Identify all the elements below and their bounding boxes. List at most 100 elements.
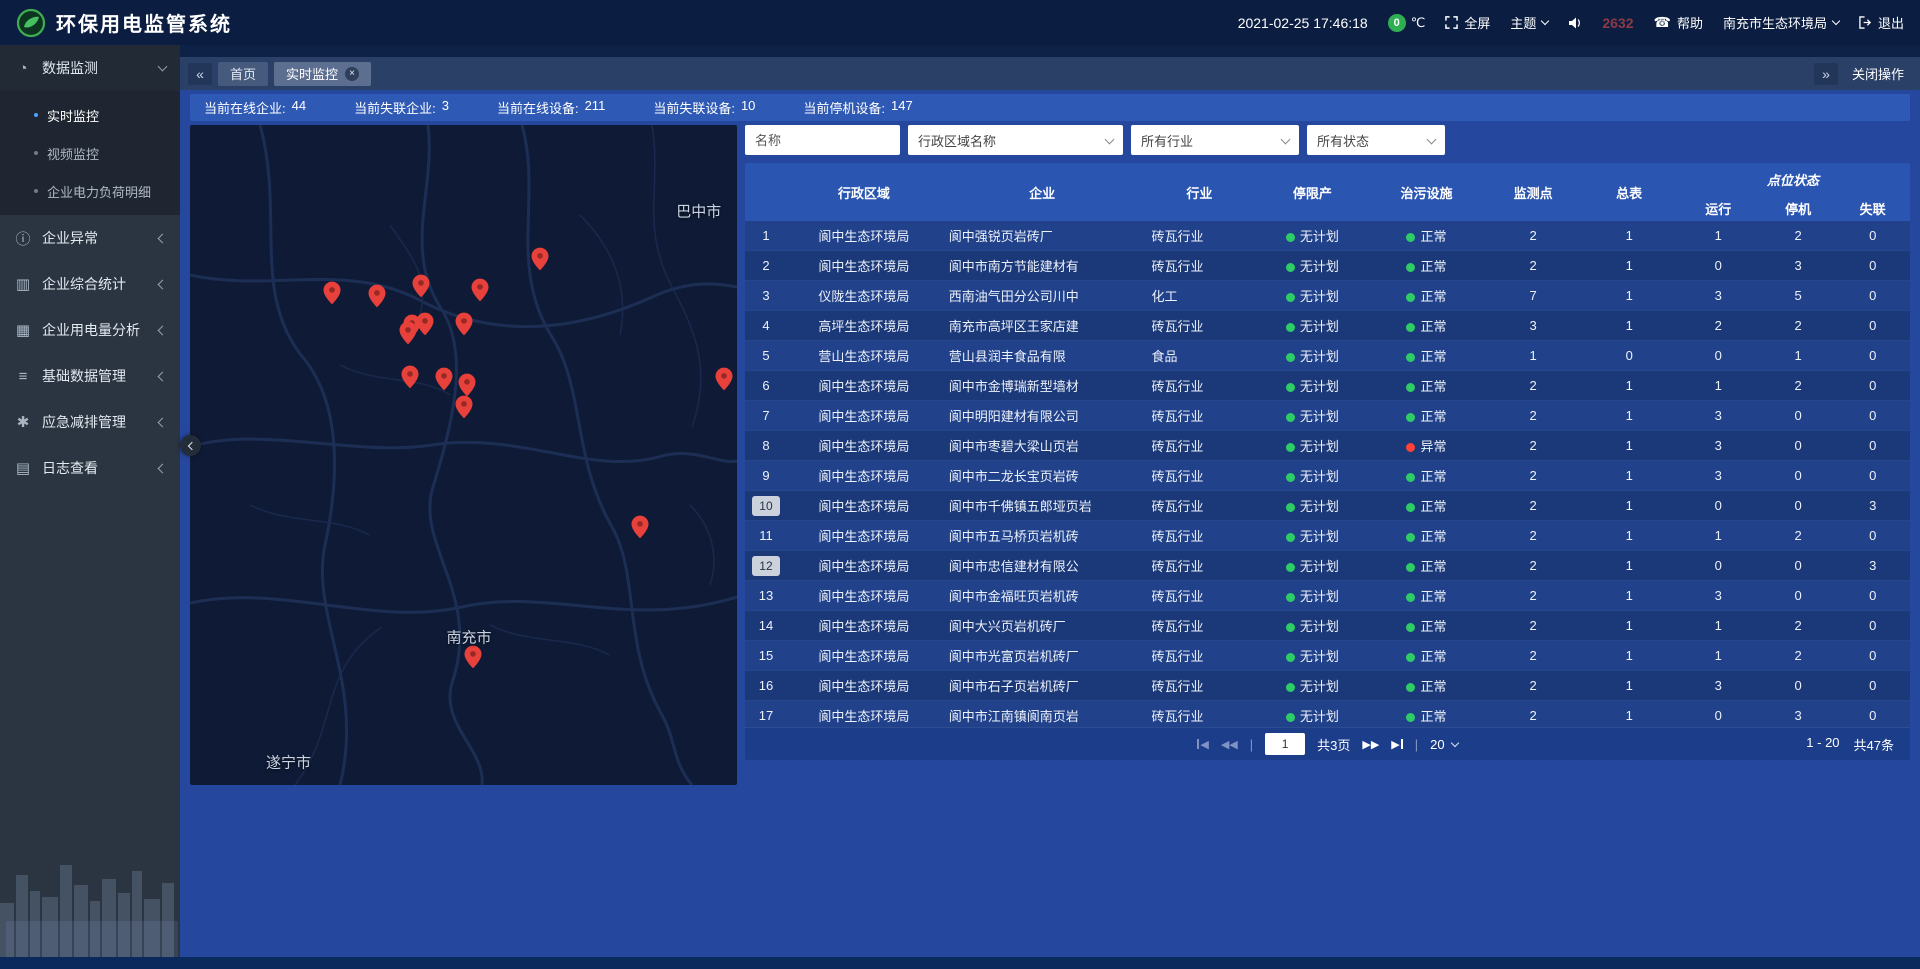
table-row[interactable]: 15阆中生态环境局阆中市光富页岩机砖厂砖瓦行业无计划正常21120: [745, 641, 1910, 671]
sidebar-group-3[interactable]: ▦企业用电量分析: [0, 307, 180, 353]
chevron-down-icon: [1105, 134, 1115, 144]
region-cell: 阆中生态环境局: [787, 431, 941, 461]
table-row[interactable]: 16阆中生态环境局阆中市石子页岩机砖厂砖瓦行业无计划正常21300: [745, 671, 1910, 701]
meter-count-cell: 1: [1583, 521, 1676, 551]
sidebar-group-0[interactable]: ◔数据监测: [0, 45, 180, 91]
sidebar-group-6[interactable]: ▤日志查看: [0, 445, 180, 491]
region-cell: 阆中生态环境局: [787, 701, 941, 728]
stat-value: 211: [585, 98, 606, 117]
last-page-button[interactable]: ▶: [1391, 738, 1402, 751]
limit-cell: 无计划: [1255, 461, 1369, 491]
map-pin-icon[interactable]: [369, 284, 386, 307]
map-pin-icon[interactable]: [464, 645, 481, 668]
sidebar-item-0-2[interactable]: 企业电力负荷明细: [0, 172, 180, 210]
monitor-count-cell: 2: [1484, 461, 1583, 491]
industry-cell: 砖瓦行业: [1143, 701, 1255, 728]
table-row[interactable]: 10阆中生态环境局阆中市千佛镇五郎垭页岩砖瓦行业无计划正常21003: [745, 491, 1910, 521]
sound-button[interactable]: [1568, 17, 1582, 29]
enterprise-panel: 行政区域名称 所有行业 所有状态: [745, 125, 1910, 957]
sidebar-group-1[interactable]: ⓘ 企业异常: [0, 215, 180, 261]
sidebar-group-5[interactable]: ✱应急减排管理: [0, 399, 180, 445]
close-operations-button[interactable]: 关闭操作: [1852, 64, 1904, 83]
bullet-icon: [34, 189, 38, 193]
fullscreen-button[interactable]: 全屏: [1445, 13, 1490, 32]
industry-filter-select[interactable]: 所有行业: [1131, 125, 1299, 155]
tabs-scroll-left-button[interactable]: «: [188, 63, 212, 85]
status-dot-icon: [1406, 593, 1415, 602]
table-row[interactable]: 7阆中生态环境局阆中明阳建材有限公司砖瓦行业无计划正常21300: [745, 401, 1910, 431]
first-page-button[interactable]: ◀: [1197, 738, 1208, 751]
theme-button[interactable]: 主题: [1510, 13, 1548, 32]
map-pin-icon[interactable]: [412, 274, 429, 297]
tab-0[interactable]: 首页: [218, 62, 268, 86]
logout-button[interactable]: 退出: [1859, 13, 1904, 32]
table-row[interactable]: 4高坪生态环境局南充市高坪区王家店建砖瓦行业无计划正常31220: [745, 311, 1910, 341]
status-filter-select[interactable]: 所有状态: [1307, 125, 1445, 155]
table-row[interactable]: 17阆中生态环境局阆中市江南镇阆南页岩砖瓦行业无计划正常21030: [745, 701, 1910, 728]
map-pin-icon[interactable]: [532, 247, 549, 270]
map-pin-icon[interactable]: [435, 367, 452, 390]
table-row[interactable]: 13阆中生态环境局阆中市金福旺页岩机砖砖瓦行业无计划正常21300: [745, 581, 1910, 611]
map-pin-icon[interactable]: [458, 373, 475, 396]
table-row[interactable]: 6阆中生态环境局阆中市金博瑞新型墙材砖瓦行业无计划正常21120: [745, 371, 1910, 401]
map-pin-icon[interactable]: [401, 365, 418, 388]
table-row[interactable]: 2阆中生态环境局阆中市南方节能建材有砖瓦行业无计划正常21030: [745, 251, 1910, 281]
region-cell: 阆中生态环境局: [787, 521, 941, 551]
sidebar-group-4[interactable]: ≡基础数据管理: [0, 353, 180, 399]
table-row[interactable]: 12阆中生态环境局阆中市忠信建材有限公砖瓦行业无计划正常21003: [745, 551, 1910, 581]
help-button[interactable]: ☎帮助: [1654, 13, 1703, 32]
status-dot-icon: [1406, 233, 1415, 242]
limit-text: 无计划: [1300, 649, 1339, 664]
region-cell: 阆中生态环境局: [787, 251, 941, 281]
tabs-scroll-right-button[interactable]: »: [1814, 63, 1838, 85]
run-count-cell: 0: [1676, 491, 1761, 521]
map-pin-icon[interactable]: [324, 281, 341, 304]
name-filter-input[interactable]: [745, 125, 900, 155]
sidebar-item-0-0[interactable]: 实时监控: [0, 96, 180, 134]
table-row[interactable]: 3仪陇生态环境局西南油气田分公司川中化工无计划正常71350: [745, 281, 1910, 311]
facility-text: 正常: [1420, 709, 1446, 724]
map-pin-icon[interactable]: [471, 278, 488, 301]
stats-icon: ▥: [14, 275, 32, 293]
status-dot-icon: [1286, 503, 1295, 512]
tab-1[interactable]: 实时监控×: [274, 62, 371, 86]
monitor-count-cell: 2: [1484, 611, 1583, 641]
map-pin-icon[interactable]: [417, 312, 434, 335]
table-row[interactable]: 5营山生态环境局营山县润丰食品有限食品无计划正常10010: [745, 341, 1910, 371]
map-pin-icon[interactable]: [456, 312, 473, 335]
prev-page-button[interactable]: ◀◀: [1221, 738, 1238, 751]
map-pin-icon[interactable]: [715, 367, 732, 390]
alert-icon: ⓘ: [14, 228, 32, 249]
limit-cell: 无计划: [1255, 521, 1369, 551]
sidebar-item-0-1[interactable]: 视频监控: [0, 134, 180, 172]
col-stop: 停机: [1761, 195, 1836, 221]
map-pin-icon[interactable]: [456, 395, 473, 418]
table-row[interactable]: 9阆中生态环境局阆中市二龙长宝页岩砖砖瓦行业无计划正常21300: [745, 461, 1910, 491]
status-dot-icon: [1406, 353, 1415, 362]
map-pin-icon[interactable]: [400, 322, 417, 345]
col-index: [745, 163, 787, 221]
map-pin-icon[interactable]: [632, 515, 649, 538]
region-filter-select[interactable]: 行政区域名称: [908, 125, 1123, 155]
stop-count-cell: 2: [1761, 611, 1836, 641]
stat-item: 当前失联设备:10: [653, 98, 755, 117]
facility-cell: 正常: [1369, 611, 1483, 641]
org-button[interactable]: 南充市生态环境局: [1723, 13, 1839, 32]
next-page-button[interactable]: ▶▶: [1362, 738, 1379, 751]
table-row[interactable]: 14阆中生态环境局阆中大兴页岩机砖厂砖瓦行业无计划正常21120: [745, 611, 1910, 641]
table-row[interactable]: 11阆中生态环境局阆中市五马桥页岩机砖砖瓦行业无计划正常21120: [745, 521, 1910, 551]
table-row[interactable]: 8阆中生态环境局阆中市枣碧大梁山页岩砖瓦行业无计划异常21300: [745, 431, 1910, 461]
status-dot-icon: [1286, 443, 1295, 452]
page-number-input[interactable]: [1265, 733, 1305, 755]
eco-logo-icon: [16, 8, 46, 38]
monitor-count-cell: 2: [1484, 581, 1583, 611]
table-row[interactable]: 1阆中生态环境局阆中强锐页岩砖厂砖瓦行业无计划正常21120: [745, 221, 1910, 251]
map-panel[interactable]: 巴中市南充市遂宁市: [190, 125, 737, 785]
sidebar-group-label: 企业异常: [42, 228, 149, 248]
limit-text: 无计划: [1300, 259, 1339, 274]
tab-close-icon[interactable]: ×: [345, 67, 359, 81]
tab-bar: « 首页实时监控× » 关闭操作: [180, 57, 1920, 90]
sidebar-group-2[interactable]: ▥企业综合统计: [0, 261, 180, 307]
page-size-select[interactable]: 20: [1430, 737, 1457, 752]
sidebar-group-label: 日志查看: [42, 458, 149, 478]
